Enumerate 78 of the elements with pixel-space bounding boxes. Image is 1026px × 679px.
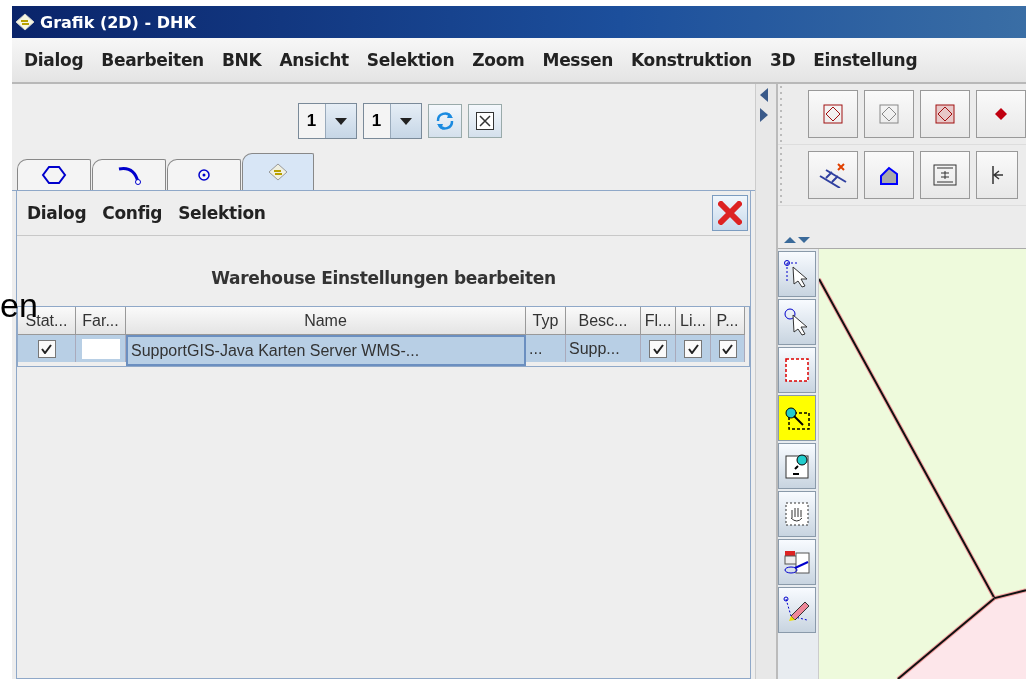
column-header[interactable]: P... (711, 307, 745, 335)
checkmark-icon (687, 343, 699, 354)
point-icon (196, 167, 212, 183)
number-dropdown[interactable]: 1 (297, 103, 357, 139)
checkmark-icon (652, 343, 664, 354)
number-dropdown[interactable]: 1 (362, 103, 422, 139)
pencil-icon (783, 596, 811, 624)
tool-tab[interactable] (167, 159, 241, 190)
checkbox[interactable] (718, 339, 737, 358)
zoom-out-icon (783, 452, 811, 480)
app-icon (14, 12, 36, 32)
house-icon (878, 164, 900, 186)
checkmark-icon (722, 343, 733, 354)
close-icon (718, 201, 742, 225)
tool-tab[interactable] (17, 159, 91, 190)
menu-item[interactable]: Dialog (19, 203, 95, 223)
menu-item[interactable]: Dialog (16, 50, 92, 70)
caret-icon (334, 117, 347, 125)
column-header[interactable]: Fl... (641, 307, 676, 335)
menu-item[interactable]: Konstruktion (623, 50, 760, 70)
table-cell: Supp... (566, 335, 641, 362)
tool-button[interactable] (778, 587, 816, 633)
toolbar-button[interactable] (976, 151, 1018, 199)
diamond-icon (993, 106, 1009, 122)
caret-icon (399, 117, 412, 125)
align-icon (933, 164, 957, 186)
checkbox[interactable] (37, 339, 56, 358)
pan-hand-icon (783, 500, 811, 528)
table-cell: ... (526, 335, 566, 362)
diamond-square-icon (935, 104, 955, 124)
toolbar-button[interactable] (920, 90, 970, 138)
menu-item[interactable]: Selektion (358, 50, 463, 70)
tool-button[interactable] (778, 395, 816, 441)
toolbar-button[interactable] (808, 151, 858, 199)
arrow-left-icon (991, 164, 1003, 186)
column-header[interactable]: Far... (76, 307, 126, 335)
ladder-icon (818, 162, 848, 188)
checkmark-icon (41, 343, 52, 354)
column-header[interactable]: Typ (526, 307, 566, 335)
toolbar-button[interactable] (976, 90, 1026, 138)
column-header[interactable]: Name (126, 307, 526, 335)
fit-view-button[interactable] (467, 104, 502, 138)
tool-button[interactable] (778, 443, 816, 489)
arc-icon (116, 164, 142, 186)
window-title: Grafik (2D) - DHK (40, 12, 196, 32)
column-header[interactable]: Li... (676, 307, 711, 335)
diamond-square-icon (823, 104, 843, 124)
table-cell: SupportGIS-Java Karten Server WMS-... (126, 335, 526, 366)
menu-item[interactable]: Ansicht (271, 50, 357, 70)
polygon-icon (41, 164, 67, 186)
menu-item[interactable]: BNK (213, 50, 270, 70)
expand-icon (475, 112, 494, 130)
tool-button[interactable] (778, 299, 816, 345)
menu-item[interactable]: Selektion (170, 203, 274, 223)
menu-item[interactable]: Einstellung (805, 50, 926, 70)
diamond-square-icon (879, 104, 899, 124)
toolbar-button[interactable] (864, 151, 914, 199)
zoom-icon (783, 405, 811, 431)
transfer-icon (783, 548, 811, 576)
menu-item[interactable]: 3D (761, 50, 804, 70)
tool-button[interactable] (778, 251, 816, 297)
column-header[interactable]: Besc... (566, 307, 641, 335)
menu-item[interactable]: Zoom (464, 50, 533, 70)
warehouse-icon (267, 162, 289, 182)
selection-rectangle-icon (784, 357, 810, 383)
checkbox[interactable] (649, 339, 667, 358)
color-swatch (81, 338, 120, 359)
checkbox[interactable] (684, 339, 702, 358)
panel-heading: Warehouse Einstellungen bearbeiten (210, 268, 557, 288)
menu-item[interactable]: Messen (534, 50, 622, 70)
refresh-button[interactable] (427, 104, 462, 138)
tool-button[interactable] (778, 539, 816, 585)
scroll-arrows-icon (784, 234, 810, 244)
collapse-arrows-icon (760, 88, 768, 124)
tool-tab[interactable] (92, 159, 166, 190)
menu-item[interactable]: Bearbeiten (93, 50, 212, 70)
menu-item[interactable]: Config (94, 203, 171, 223)
close-button[interactable] (712, 195, 748, 231)
